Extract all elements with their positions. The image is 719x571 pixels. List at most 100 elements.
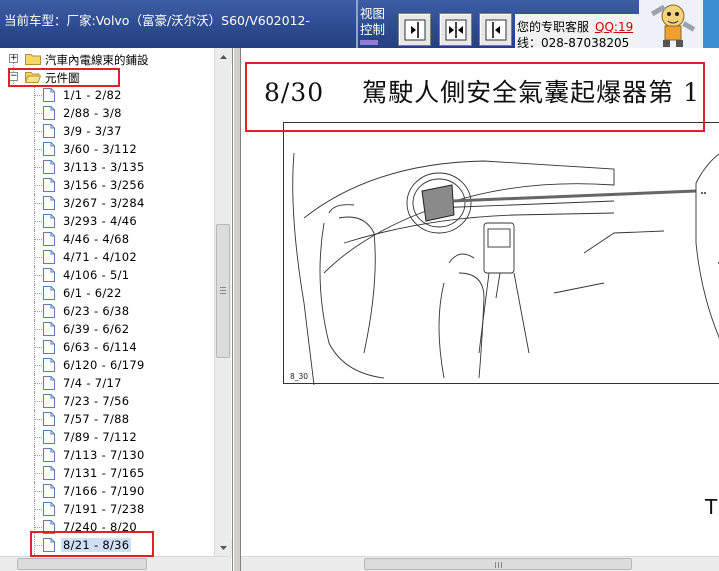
app-window: 当前车型：厂家:Volvo（富豪/沃尔沃）S60/V602012- 视图控制 您… [0,0,719,571]
tree-leaf-item[interactable]: 6/1 - 6/22 [0,284,214,302]
panel-splitter[interactable] [233,48,241,571]
cropped-text: T [705,495,718,519]
document-icon [43,196,55,210]
tree-leaf-label: 8/21 - 8/36 [61,538,132,552]
tree-leaf-label: 3/267 - 3/284 [63,196,145,210]
document-icon [43,124,55,138]
tree-connector [34,437,42,438]
tree-leaf-item[interactable]: 4/71 - 4/102 [0,248,214,266]
tree-leaf-item[interactable]: 8/21 - 8/36 [0,536,214,554]
tree-leaf-label: 4/71 - 4/102 [63,250,138,264]
tree-leaf-item[interactable]: 3/267 - 3/284 [0,194,214,212]
tree-leaf-item[interactable]: 7/4 - 7/17 [0,374,214,392]
tree-connector [34,149,42,150]
document-icon [43,322,55,336]
tree-leaf-label: 7/23 - 7/56 [63,394,130,408]
document-icon [43,484,55,498]
tree-connector [34,545,42,546]
customer-service-box: 您的专职客服 QQ:19 线：028-87038205 [515,14,639,50]
tree-node-components[interactable]: − 元件圖 [0,68,214,86]
tree-node-label: 汽車內電線束的鋪設 [45,53,149,67]
page-heading: 8/30 駕駛人側安全氣囊起爆器第 1 [264,73,700,109]
tree-leaf-item[interactable]: 6/120 - 6/179 [0,356,214,374]
tree-leaf-item[interactable]: 3/293 - 4/46 [0,212,214,230]
document-icon [43,250,55,264]
header-bar: 当前车型：厂家:Volvo（富豪/沃尔沃）S60/V602012- 视图控制 您… [0,0,719,50]
tree-leaf-label: 4/106 - 5/1 [63,268,130,282]
figure-label: 8_30 [290,372,309,381]
scroll-up-icon[interactable] [215,48,232,65]
tree-leaf-label: 4/46 - 4/68 [63,232,130,246]
tree-connector [34,221,42,222]
tree-leaf-item[interactable]: 1/1 - 2/82 [0,86,214,104]
tree-leaf-item[interactable]: 3/9 - 3/37 [0,122,214,140]
tree-node-wiring-harness[interactable]: + 汽車內電線束的鋪設 [0,50,214,68]
fit-page-button[interactable] [439,13,472,46]
tree-leaf-item[interactable]: 2/88 - 3/8 [0,104,214,122]
tree-vertical-scrollbar[interactable] [214,48,232,556]
page-number: 8/30 [264,78,325,107]
scroll-thumb[interactable] [216,224,230,358]
arrow-left-icon [485,19,506,40]
collapse-icon[interactable]: − [9,72,18,81]
document-icon [43,394,55,408]
tree-leaf-label: 6/39 - 6/62 [63,322,130,336]
tree-connector [34,509,42,510]
tree-leaf-item[interactable]: 4/106 - 5/1 [0,266,214,284]
document-icon [43,430,55,444]
tree-leaf-item[interactable]: 7/240 - 8/20 [0,518,214,536]
tree-leaf-item[interactable]: 7/89 - 7/112 [0,428,214,446]
component-title: 駕駛人側安全氣囊起爆器第 1 [362,78,700,107]
tree-connector [34,293,42,294]
tree-leaf-item[interactable]: 6/63 - 6/114 [0,338,214,356]
tree-leaf-item[interactable]: 7/23 - 7/56 [0,392,214,410]
tree-connector [34,491,42,492]
tree-leaf-item[interactable]: 7/191 - 7/238 [0,500,214,518]
tree-connector [34,113,42,114]
arrow-right-icon [404,19,425,40]
vehicle-model-title: 当前车型：厂家:Volvo（富豪/沃尔沃）S60/V602012- [4,13,311,28]
prev-page-button[interactable] [479,13,512,46]
tree-leaf-item[interactable]: 3/156 - 3/256 [0,176,214,194]
component-tree-panel: + 汽車內電線束的鋪設 − 元件圖 1/1 - 2/82 2/88 - 3/8 3/… [0,48,233,571]
tree-leaf-label: 6/63 - 6/114 [63,340,138,354]
tree-leaf-label: 7/191 - 7/238 [63,502,145,516]
tree-leaf-label: 3/60 - 3/112 [63,142,138,156]
tree-leaf-item[interactable]: 3/113 - 3/135 [0,158,214,176]
tree-leaf-label: 7/240 - 8/20 [63,520,138,534]
document-icon [43,520,55,534]
tree-leaf-label: 1/1 - 2/82 [63,88,122,102]
tree-horizontal-scrollbar[interactable] [0,556,231,571]
document-icon [43,448,55,462]
expand-icon[interactable]: + [9,54,18,63]
document-icon [43,466,55,480]
scroll-thumb[interactable] [364,558,632,570]
tree-connector [34,365,42,366]
tree-leaf-item[interactable]: 6/23 - 6/38 [0,302,214,320]
scroll-down-icon[interactable] [215,539,232,556]
document-icon [43,160,55,174]
document-icon [43,178,55,192]
tree-leaf-item[interactable]: 3/60 - 3/112 [0,140,214,158]
tree-leaf-label: 3/113 - 3/135 [63,160,145,174]
tree-leaf-label: 7/89 - 7/112 [63,430,138,444]
tree-connector [34,239,42,240]
tree-connector [34,185,42,186]
tree-leaf-item[interactable]: 7/131 - 7/165 [0,464,214,482]
tree-connector [34,383,42,384]
tree-leaf-label: 2/88 - 3/8 [63,106,122,120]
document-icon [43,538,55,552]
tree-leaf-item[interactable]: 7/113 - 7/130 [0,446,214,464]
tree-leaf-item[interactable]: 7/166 - 7/190 [0,482,214,500]
tree-connector [34,401,42,402]
qq-link[interactable]: QQ:19 [595,20,633,34]
tree-leaf-item[interactable]: 7/57 - 7/88 [0,410,214,428]
document-icon [43,268,55,282]
tree-connector [34,203,42,204]
viewer-horizontal-scrollbar[interactable] [241,556,719,571]
next-page-button[interactable] [398,13,431,46]
tree-leaf-item[interactable]: 4/46 - 4/68 [0,230,214,248]
tree-leaf-item[interactable]: 6/39 - 6/62 [0,320,214,338]
tree-leaf-label: 3/156 - 3/256 [63,178,145,192]
scroll-thumb[interactable] [17,558,147,570]
